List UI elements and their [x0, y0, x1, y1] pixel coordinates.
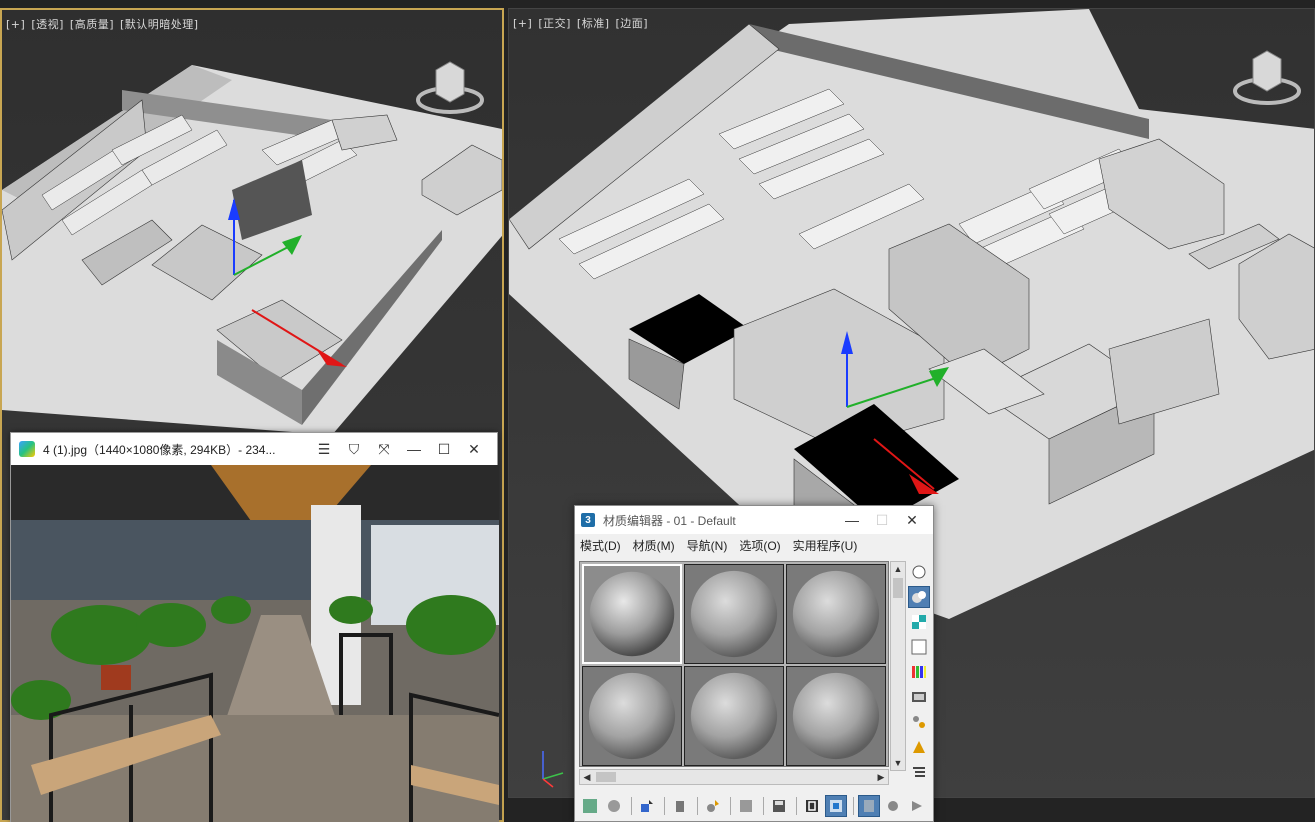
- go-forward-to-sibling-icon[interactable]: [906, 795, 928, 817]
- video-color-check-icon[interactable]: [908, 661, 930, 683]
- material-side-toolbar: [908, 561, 932, 791]
- scroll-left-arrow-icon[interactable]: ◀: [580, 770, 594, 784]
- put-material-to-scene-icon[interactable]: [603, 795, 625, 817]
- material-editor-window[interactable]: 3 材质编辑器 - 01 - Default — ☐ ✕ 模式(D) 材质(M)…: [574, 505, 934, 822]
- material-editor-titlebar[interactable]: 3 材质编辑器 - 01 - Default — ☐ ✕: [575, 506, 933, 534]
- material-slot-4[interactable]: [582, 666, 682, 766]
- save-material-icon[interactable]: [768, 795, 790, 817]
- menu-material[interactable]: 材质(M): [633, 537, 675, 554]
- viewport-label[interactable]: [+] [正交] [标准] [边面]: [513, 15, 654, 31]
- viewcube-icon[interactable]: [1229, 39, 1309, 109]
- sample-type-sphere-icon[interactable]: [908, 561, 930, 583]
- viewport-label[interactable]: [+] [透视] [高质量] [默认明暗处理]: [6, 16, 205, 32]
- desktop: [+] [透视] [高质量] [默认明暗处理] [+] [正交] [标准] [边…: [0, 0, 1315, 822]
- max-logo-icon: 3: [581, 513, 595, 527]
- material-id-channel-icon[interactable]: [801, 795, 823, 817]
- toolbar-divider: [853, 797, 854, 815]
- skin-button[interactable]: ⛉: [339, 438, 369, 460]
- fullscreen-button[interactable]: ⤧: [369, 438, 399, 460]
- backlight-icon[interactable]: [908, 586, 930, 608]
- material-bottom-toolbar: [579, 794, 930, 818]
- material-sample-slots: [579, 561, 889, 767]
- maximize-button[interactable]: ☐: [867, 509, 897, 531]
- get-material-icon[interactable]: [579, 795, 601, 817]
- menu-utilities[interactable]: 实用程序(U): [793, 537, 858, 554]
- toolbar-divider: [631, 797, 632, 815]
- material-slot-1[interactable]: [582, 564, 682, 664]
- image-viewer-app-icon: [19, 441, 35, 457]
- scroll-right-arrow-icon[interactable]: ▶: [874, 770, 888, 784]
- image-viewer-title: 4 (1).jpg（1440×1080像素, 294KB）- 234...: [43, 442, 276, 457]
- maximize-button[interactable]: ☐: [429, 438, 459, 460]
- scroll-down-arrow-icon[interactable]: ▼: [891, 756, 905, 770]
- toolbar-divider: [730, 797, 731, 815]
- material-slot-5[interactable]: [684, 666, 784, 766]
- toolbar-divider: [796, 797, 797, 815]
- show-shaded-material-icon[interactable]: [825, 795, 847, 817]
- axis-tripod-icon: [542, 751, 564, 788]
- office-photo: [11, 465, 499, 822]
- image-viewer-titlebar[interactable]: 4 (1).jpg（1440×1080像素, 294KB）- 234... ☰ …: [11, 433, 497, 465]
- put-to-library-icon[interactable]: [735, 795, 757, 817]
- scroll-thumb[interactable]: [596, 772, 616, 782]
- slots-vertical-scrollbar[interactable]: ▲ ▼: [890, 561, 906, 771]
- close-button[interactable]: ✕: [459, 438, 489, 460]
- menu-navigation[interactable]: 导航(N): [687, 537, 728, 554]
- material-slot-6[interactable]: [786, 666, 886, 766]
- assign-material-icon[interactable]: [636, 795, 658, 817]
- material-slot-3[interactable]: [786, 564, 886, 664]
- options-icon[interactable]: [908, 711, 930, 733]
- image-viewer-window[interactable]: 4 (1).jpg（1440×1080像素, 294KB）- 234... ☰ …: [10, 432, 499, 822]
- material-slot-2[interactable]: [684, 564, 784, 664]
- background-icon[interactable]: [908, 611, 930, 633]
- select-by-material-icon[interactable]: [908, 736, 930, 758]
- material-map-navigator-icon[interactable]: [908, 761, 930, 783]
- minimize-button[interactable]: —: [837, 509, 867, 531]
- material-editor-title: 材质编辑器 - 01 - Default: [603, 513, 736, 528]
- menu-options[interactable]: 选项(O): [739, 537, 780, 554]
- viewcube-icon[interactable]: [412, 50, 492, 120]
- minimize-button[interactable]: —: [399, 438, 429, 460]
- make-preview-icon[interactable]: [908, 686, 930, 708]
- toolbar-divider: [697, 797, 698, 815]
- scroll-up-arrow-icon[interactable]: ▲: [891, 562, 905, 576]
- slots-horizontal-scrollbar[interactable]: ◀ ▶: [579, 769, 889, 785]
- material-editor-menubar: 模式(D) 材质(M) 导航(N) 选项(O) 实用程序(U): [575, 534, 933, 556]
- reset-map-icon[interactable]: [669, 795, 691, 817]
- menu-mode[interactable]: 模式(D): [580, 537, 621, 554]
- go-to-parent-icon[interactable]: [882, 795, 904, 817]
- sample-uv-tiling-icon[interactable]: [908, 636, 930, 658]
- show-end-result-icon[interactable]: [858, 795, 880, 817]
- scroll-thumb[interactable]: [893, 578, 903, 598]
- toolbar-divider: [763, 797, 764, 815]
- make-unique-icon[interactable]: [702, 795, 724, 817]
- toolbar-divider: [664, 797, 665, 815]
- menu-button[interactable]: ☰: [309, 438, 339, 460]
- close-button[interactable]: ✕: [897, 509, 927, 531]
